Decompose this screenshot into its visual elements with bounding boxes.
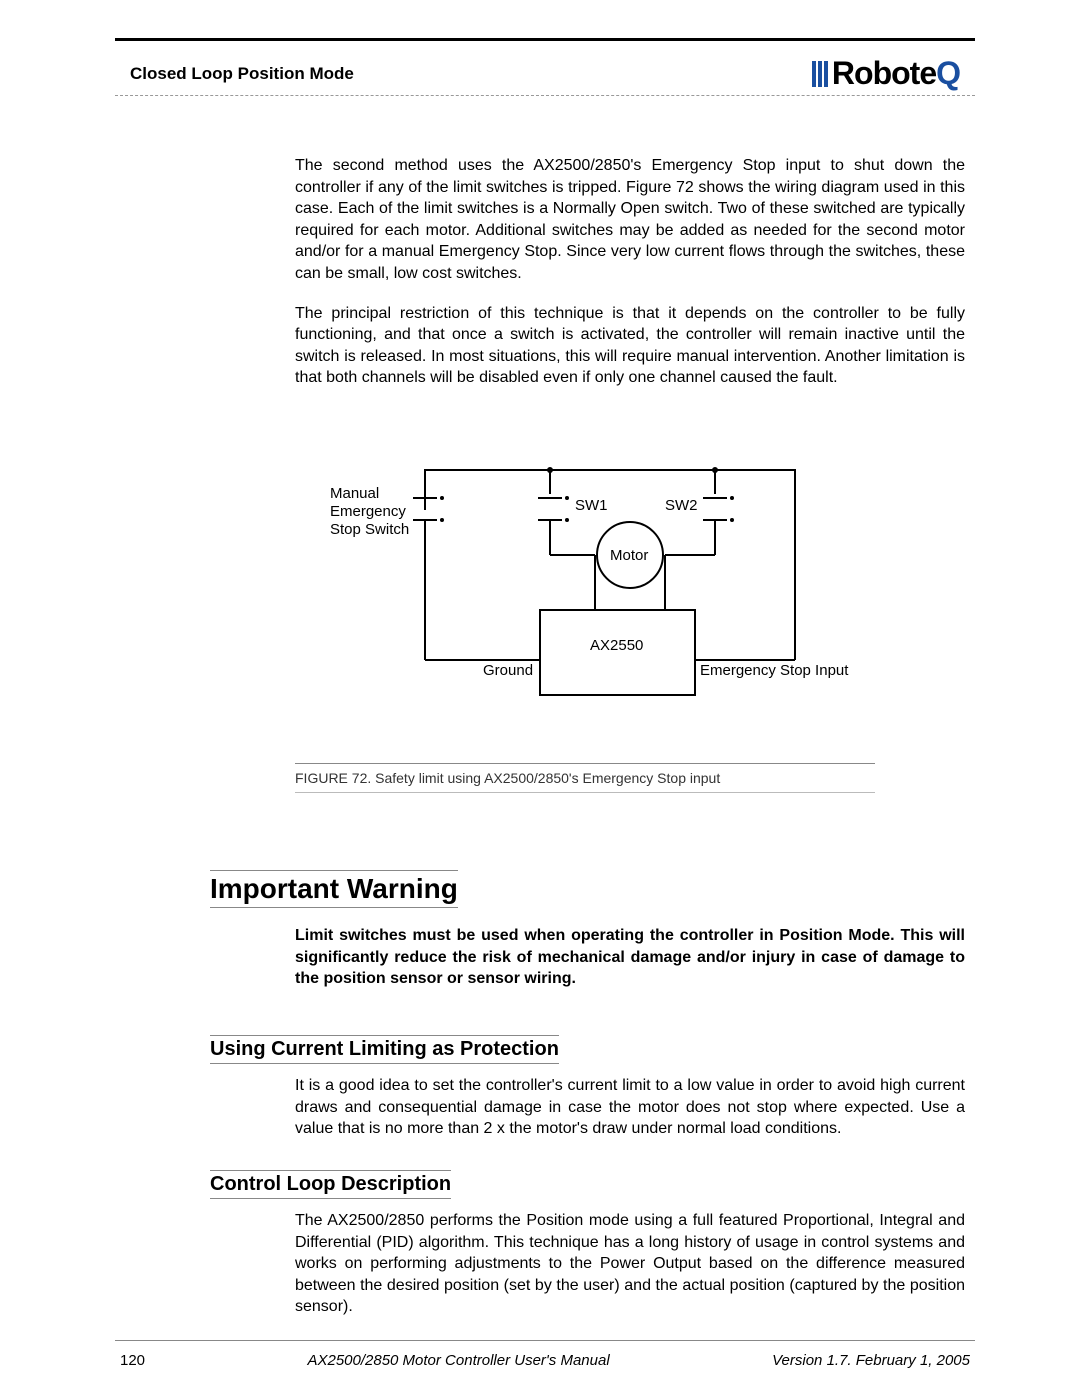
figure-caption: FIGURE 72. Safety limit using AX2500/285… [295,770,910,786]
figure-rule-bottom [295,792,875,793]
heading-control-loop: Control Loop Description [210,1170,451,1199]
figure-72: Manual Emergency Stop Switch SW1 SW2 Mot… [295,450,910,793]
section-current-limiting-body: It is a good idea to set the controller'… [295,1075,965,1140]
footer-rule [115,1340,975,1341]
brand-bars-icon [812,61,828,87]
brand-name-accent: Q [936,55,960,92]
warning-body: Limit switches must be used when operati… [295,925,965,990]
label-manual-3: Stop Switch [330,521,409,538]
brand-name: Robote [832,55,936,92]
section-control-loop-body: The AX2500/2850 performs the Position mo… [295,1210,965,1318]
paragraph-1: The second method uses the AX2500/2850's… [295,155,965,285]
section-title: Closed Loop Position Mode [130,64,354,84]
paragraph-2: The principal restriction of this techni… [295,303,965,389]
top-rule [115,38,975,41]
header-separator [115,95,975,96]
figure-rule-top [295,763,875,764]
label-manual-1: Manual [330,485,379,502]
label-controller: AX2550 [590,637,643,654]
body-column: The second method uses the AX2500/2850's… [295,155,965,407]
label-sw1: SW1 [575,497,608,514]
footer-version: Version 1.7. February 1, 2005 [772,1352,970,1369]
page-footer: 120 AX2500/2850 Motor Controller User's … [120,1352,970,1369]
label-ground: Ground [483,662,533,679]
footer-title: AX2500/2850 Motor Controller User's Manu… [307,1352,609,1369]
heading-important-warning: Important Warning [210,870,458,908]
page-number: 120 [120,1352,145,1369]
switch-sw1 [538,496,569,522]
label-manual-2: Emergency [330,503,406,520]
switch-sw2 [703,496,734,522]
label-estop: Emergency Stop Input [700,662,849,679]
brand-logo: RoboteQ [812,55,960,92]
wiring-diagram: Manual Emergency Stop Switch SW1 SW2 Mot… [295,450,910,750]
page-header: Closed Loop Position Mode RoboteQ [130,55,960,92]
switch-manual [413,496,444,522]
label-motor: Motor [610,547,648,564]
heading-current-limiting: Using Current Limiting as Protection [210,1035,559,1064]
label-sw2: SW2 [665,497,698,514]
